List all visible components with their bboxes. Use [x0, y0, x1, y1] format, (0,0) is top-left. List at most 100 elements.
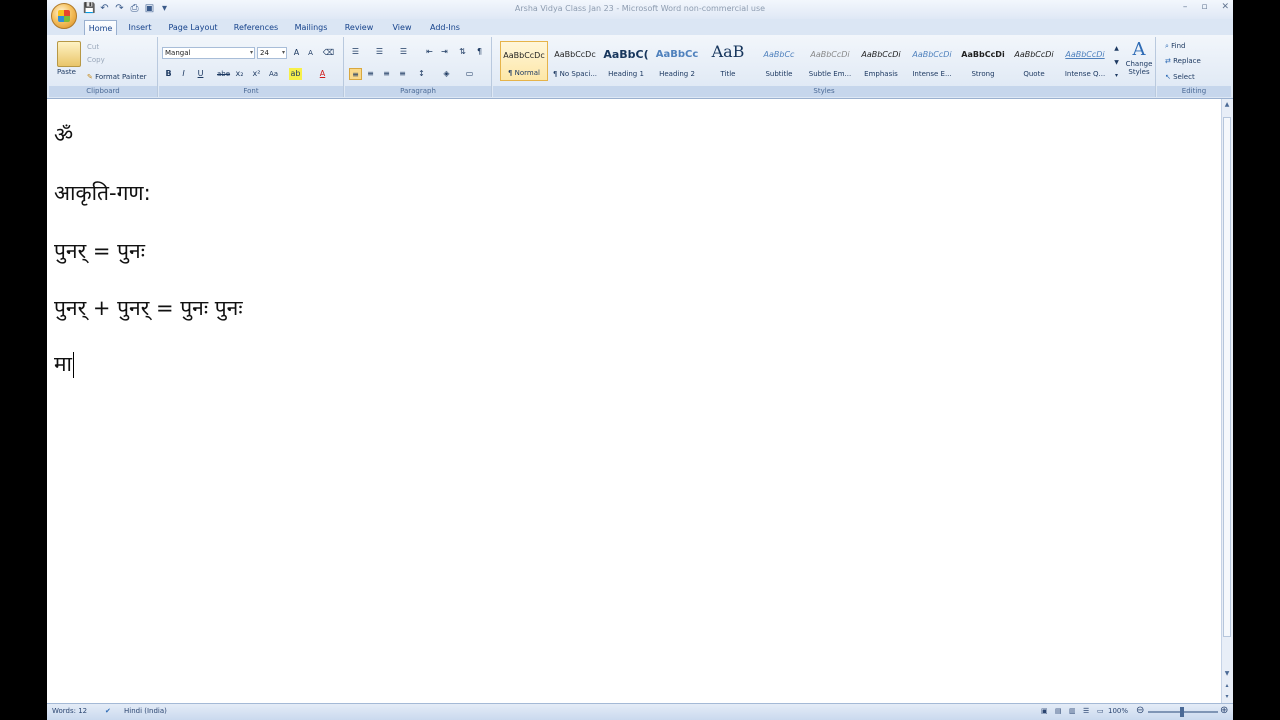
- multilevel-list-icon[interactable]: ☰: [397, 46, 410, 58]
- office-button[interactable]: [51, 3, 77, 29]
- cut-button[interactable]: Cut: [87, 42, 99, 53]
- style-heading-2[interactable]: AaBbCc Heading 2: [653, 41, 701, 81]
- increase-indent-icon[interactable]: ⇥: [438, 46, 451, 58]
- shrink-font-icon[interactable]: A: [304, 47, 317, 59]
- zoom-out-icon[interactable]: ⊖: [1136, 705, 1144, 716]
- close-button[interactable]: ✕: [1221, 2, 1229, 12]
- tab-view[interactable]: View: [387, 20, 417, 35]
- document-area[interactable]: ॐ आकृति-गण: पुनर् = पुनः पुनर् + पुनर् =…: [47, 99, 1222, 704]
- subscript-button[interactable]: x₂: [233, 68, 246, 80]
- tab-mailings[interactable]: Mailings: [290, 20, 332, 35]
- decrease-indent-icon[interactable]: ⇤: [423, 46, 436, 58]
- current-text: मा: [54, 352, 72, 376]
- align-center-icon[interactable]: ≡: [364, 68, 377, 80]
- binoculars-icon: ⌕: [1165, 42, 1169, 50]
- underline-button[interactable]: U: [194, 68, 207, 80]
- paragraph-punar-plus[interactable]: पुनर् + पुनर् = पुनः पुनः: [54, 294, 243, 322]
- tab-home[interactable]: Home: [84, 20, 117, 35]
- ribbon-tabs: Home Insert Page Layout References Maili…: [47, 19, 1233, 35]
- font-name-select[interactable]: Mangal ▾: [162, 47, 255, 59]
- format-painter-button[interactable]: ✎ Format Painter: [87, 72, 147, 83]
- bold-button[interactable]: B: [162, 68, 175, 80]
- scroll-down-icon[interactable]: ▼: [1223, 670, 1231, 678]
- select-button[interactable]: ↖ Select: [1165, 72, 1195, 83]
- find-button[interactable]: ⌕ Find: [1165, 41, 1186, 52]
- proofing-icon[interactable]: ✔: [105, 707, 111, 715]
- next-page-icon[interactable]: ▾: [1223, 693, 1231, 701]
- minimize-button[interactable]: –: [1183, 2, 1188, 12]
- draft-icon[interactable]: ▭: [1097, 707, 1104, 715]
- zoom-level[interactable]: 100%: [1108, 707, 1128, 715]
- styles-scroll-down-icon[interactable]: ▼: [1110, 57, 1123, 69]
- style-normal[interactable]: AaBbCcDc ¶ Normal: [500, 41, 548, 81]
- web-layout-icon[interactable]: ▥: [1069, 707, 1076, 715]
- select-label: Select: [1173, 73, 1195, 81]
- change-case-button[interactable]: Aa: [267, 68, 280, 80]
- styles-label: Styles: [493, 86, 1155, 97]
- tab-review[interactable]: Review: [340, 20, 378, 35]
- style-heading-1[interactable]: AaBbC(Heading 1: [602, 41, 650, 81]
- clear-formatting-icon[interactable]: ⌫: [322, 47, 335, 59]
- paintbrush-icon: ✎: [87, 73, 93, 81]
- numbering-icon[interactable]: ☰: [373, 46, 386, 58]
- style-subtle-emphasis[interactable]: AaBbCcDi Subtle Em...: [806, 41, 854, 81]
- text-cursor: [73, 352, 74, 378]
- highlight-icon[interactable]: ab: [289, 68, 302, 80]
- superscript-button[interactable]: x²: [250, 68, 263, 80]
- line-spacing-icon[interactable]: ↕: [415, 68, 428, 80]
- style-no-spacing[interactable]: AaBbCcDc ¶ No Spaci...: [551, 41, 599, 81]
- tab-references[interactable]: References: [230, 20, 282, 35]
- paragraph-punar-equals[interactable]: पुनर् = पुनः: [54, 237, 145, 265]
- tab-insert[interactable]: Insert: [123, 20, 157, 35]
- strikethrough-button[interactable]: abe: [217, 68, 230, 80]
- change-styles-icon: A: [1132, 39, 1146, 60]
- font-size-select[interactable]: 24 ▾: [257, 47, 287, 59]
- font-name-value: Mangal: [165, 49, 191, 57]
- style-title[interactable]: AaB Title: [704, 41, 752, 81]
- replace-button[interactable]: ⇄ Replace: [1165, 56, 1201, 67]
- borders-icon[interactable]: ▭: [463, 68, 476, 80]
- paste-button[interactable]: Paste: [57, 67, 76, 78]
- style-subtitle[interactable]: AaBbCc Subtitle: [755, 41, 803, 81]
- tab-page-layout[interactable]: Page Layout: [165, 20, 221, 35]
- copy-button[interactable]: Copy: [87, 55, 105, 66]
- pilcrow-icon[interactable]: ¶: [473, 46, 486, 58]
- style-strong[interactable]: AaBbCcDi Strong: [959, 41, 1007, 81]
- zoom-thumb[interactable]: [1180, 707, 1184, 717]
- zoom-in-icon[interactable]: ⊕: [1220, 705, 1228, 716]
- outline-icon[interactable]: ☰: [1083, 707, 1089, 715]
- maximize-button[interactable]: ▫: [1201, 2, 1207, 12]
- previous-page-icon[interactable]: ▴: [1223, 682, 1231, 690]
- sort-icon[interactable]: ⇅: [456, 46, 469, 58]
- style-quote[interactable]: AaBbCcDi Quote: [1010, 41, 1058, 81]
- scroll-thumb[interactable]: [1223, 117, 1231, 637]
- format-painter-label: Format Painter: [95, 73, 147, 81]
- align-right-icon[interactable]: ≡: [380, 68, 393, 80]
- language-indicator[interactable]: Hindi (India): [124, 707, 167, 715]
- scroll-up-icon[interactable]: ▲: [1223, 101, 1231, 109]
- vertical-scrollbar[interactable]: ▲ ▼ ▴ ▾: [1221, 99, 1233, 704]
- paragraph-om[interactable]: ॐ: [54, 121, 73, 149]
- word-count[interactable]: Words: 12: [52, 707, 87, 715]
- italic-button[interactable]: I: [177, 68, 190, 80]
- paragraph-akriti-gana[interactable]: आकृति-गण:: [54, 179, 151, 207]
- style-intense-quote[interactable]: AaBbCcDi Intense Q...: [1061, 41, 1109, 81]
- justify-icon[interactable]: ≡: [396, 68, 409, 80]
- align-left-icon[interactable]: ≡: [349, 68, 362, 80]
- grow-font-icon[interactable]: A: [290, 47, 303, 59]
- editing-label: Editing: [1157, 86, 1231, 97]
- full-screen-icon[interactable]: ▤: [1055, 707, 1062, 715]
- style-intense-emphasis[interactable]: AaBbCcDi Intense E...: [908, 41, 956, 81]
- print-layout-icon[interactable]: ▣: [1041, 707, 1048, 715]
- change-styles-button[interactable]: A Change Styles: [1125, 39, 1153, 77]
- tab-add-ins[interactable]: Add-Ins: [425, 20, 465, 35]
- paste-icon[interactable]: [57, 41, 81, 67]
- paragraph-current[interactable]: मा: [54, 350, 74, 378]
- bullets-icon[interactable]: ☰: [349, 46, 362, 58]
- style-emphasis[interactable]: AaBbCcDi Emphasis: [857, 41, 905, 81]
- font-color-icon[interactable]: A: [316, 68, 329, 80]
- styles-scroll-up-icon[interactable]: ▲: [1110, 43, 1123, 55]
- styles-more-icon[interactable]: ▾: [1110, 70, 1123, 82]
- shading-icon[interactable]: ◈: [440, 68, 453, 80]
- office-logo-icon: [58, 10, 70, 22]
